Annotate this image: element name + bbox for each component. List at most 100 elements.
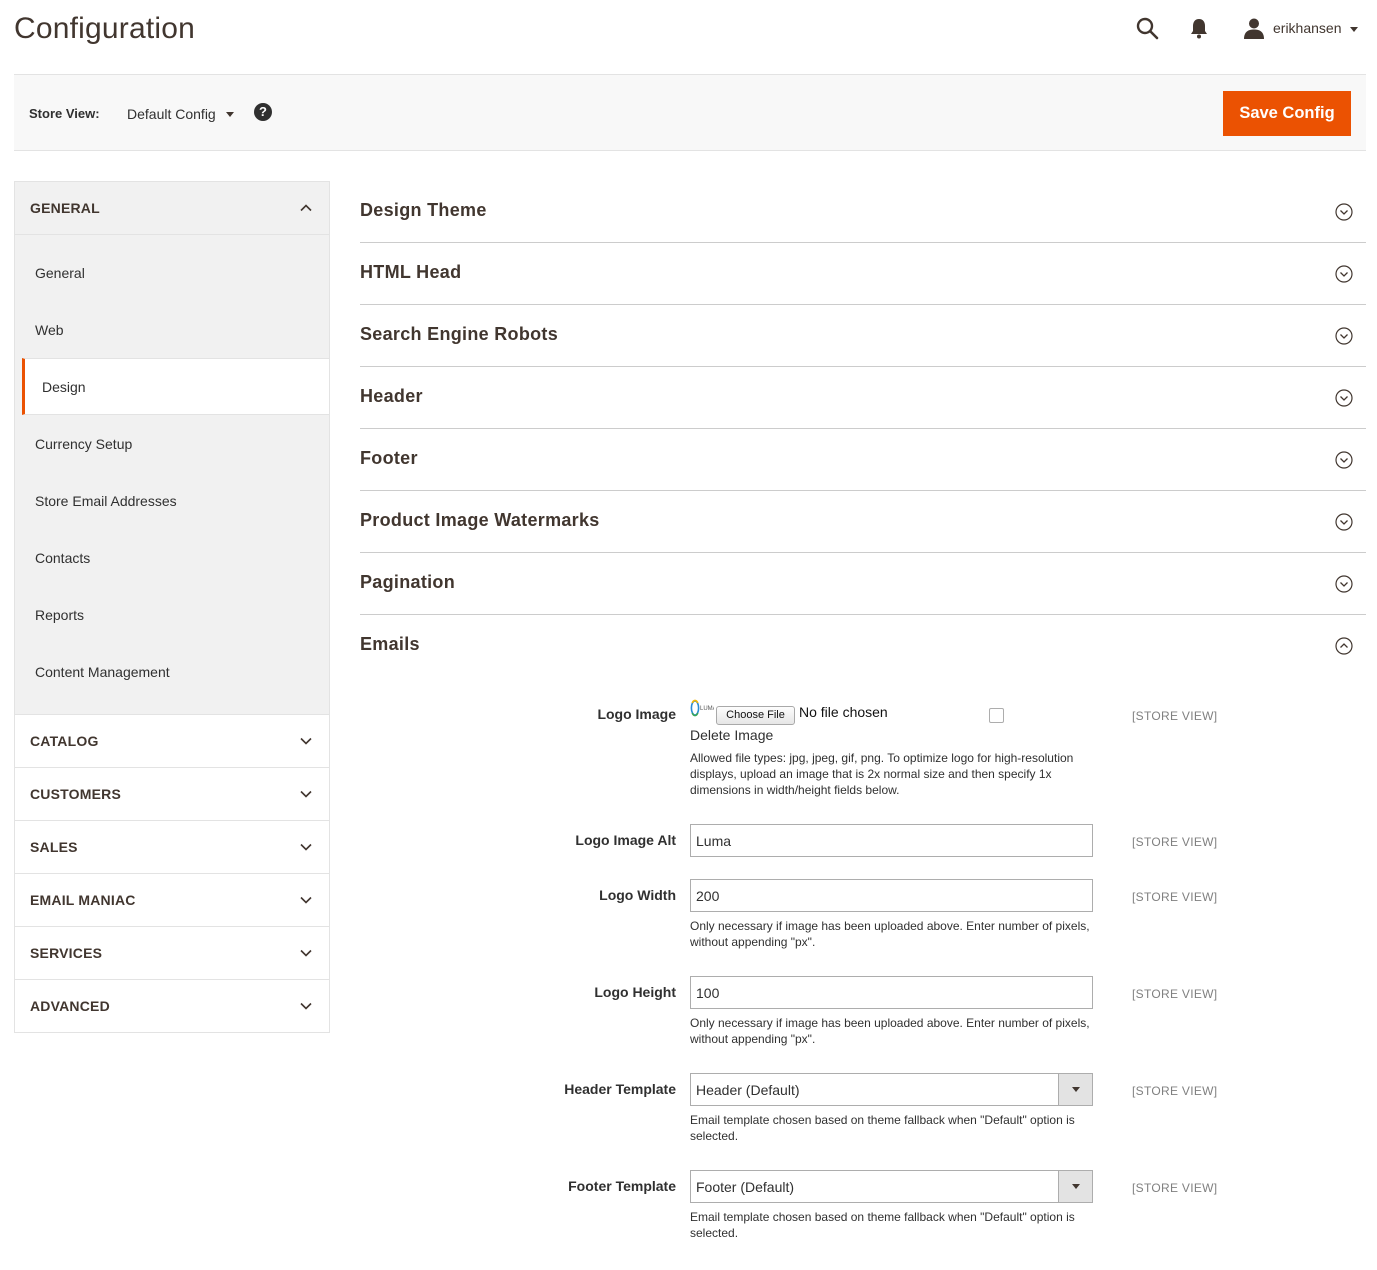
- sidebar-group-title[interactable]: CUSTOMERS: [15, 768, 329, 820]
- sidebar-group-label: SERVICES: [30, 945, 103, 961]
- sidebar-item-contacts[interactable]: Contacts: [15, 529, 329, 586]
- store-view-label: Store View:: [29, 106, 100, 121]
- sidebar-item-store-email-addresses[interactable]: Store Email Addresses: [15, 472, 329, 529]
- sidebar-group-label: EMAIL MANIAC: [30, 892, 136, 908]
- sidebar-group-services: SERVICES: [15, 927, 329, 980]
- delete-image-label[interactable]: Delete Image: [690, 727, 773, 743]
- logo-image-label: Logo Image: [597, 706, 676, 722]
- sidebar-item-reports[interactable]: Reports: [15, 586, 329, 643]
- expand-circle-icon: [1335, 575, 1353, 593]
- sidebar-group-label: ADVANCED: [30, 998, 110, 1014]
- expand-circle-icon: [1335, 265, 1353, 283]
- scope-label: [STORE VIEW]: [1132, 890, 1218, 904]
- sidebar-group-title[interactable]: SALES: [15, 821, 329, 873]
- sidebar-group-title[interactable]: GENERAL: [15, 182, 329, 235]
- header-template-value: Header (Default): [696, 1081, 800, 1098]
- chevron-down-icon: [300, 896, 312, 904]
- header-template-label: Header Template: [564, 1081, 676, 1097]
- section-search-engine-robots[interactable]: Search Engine Robots: [360, 305, 1366, 367]
- section-title: Pagination: [360, 572, 456, 592]
- section-pagination[interactable]: Pagination: [360, 553, 1366, 615]
- chevron-down-icon: [300, 790, 312, 798]
- sidebar-items: General Web Design Currency Setup Store …: [15, 235, 329, 714]
- chevron-down-icon: [300, 1002, 312, 1010]
- sidebar-group-label: CUSTOMERS: [30, 786, 121, 802]
- sidebar-group-title[interactable]: CATALOG: [15, 715, 329, 767]
- sidebar-item-content-management[interactable]: Content Management: [15, 643, 329, 700]
- logo-thumbnail[interactable]: LUMA: [690, 697, 717, 719]
- expand-circle-icon: [1335, 389, 1353, 407]
- user-name: erikhansen: [1273, 20, 1342, 36]
- section-emails[interactable]: Emails: [360, 615, 1366, 677]
- footer-template-value: Footer (Default): [696, 1178, 795, 1195]
- save-config-button[interactable]: Save Config: [1223, 91, 1351, 136]
- scope-label: [STORE VIEW]: [1132, 835, 1218, 849]
- sidebar-group-label: CATALOG: [30, 733, 99, 749]
- sidebar-group-title[interactable]: SERVICES: [15, 927, 329, 979]
- logo-width-note: Only necessary if image has been uploade…: [690, 919, 1090, 949]
- sidebar-group-advanced: ADVANCED: [15, 980, 329, 1032]
- sidebar-group-label: SALES: [30, 839, 78, 855]
- delete-image-checkbox[interactable]: [989, 708, 1004, 723]
- notification-bell-icon[interactable]: [1189, 17, 1209, 39]
- scope-label: [STORE VIEW]: [1132, 1181, 1218, 1195]
- caret-down-icon: [225, 111, 234, 117]
- logo-image-alt-label: Logo Image Alt: [575, 832, 676, 848]
- logo-height-input[interactable]: 100: [690, 976, 1093, 1009]
- section-title: Header: [360, 386, 423, 406]
- section-html-head[interactable]: HTML Head: [360, 243, 1366, 305]
- logo-width-input[interactable]: 200: [690, 879, 1093, 912]
- collapse-circle-icon: [1335, 637, 1353, 655]
- section-title: HTML Head: [360, 262, 462, 282]
- sidebar-group-label: GENERAL: [30, 200, 100, 216]
- section-header[interactable]: Header: [360, 367, 1366, 429]
- scope-label: [STORE VIEW]: [1132, 987, 1218, 1001]
- section-title: Footer: [360, 448, 418, 468]
- expand-circle-icon: [1335, 513, 1353, 531]
- section-footer[interactable]: Footer: [360, 429, 1366, 491]
- store-view-switcher[interactable]: Default Config: [127, 103, 234, 125]
- section-title: Search Engine Robots: [360, 324, 559, 344]
- logo-height-note: Only necessary if image has been uploade…: [690, 1016, 1090, 1046]
- sidebar-item-web[interactable]: Web: [15, 301, 329, 358]
- header-template-select[interactable]: Header (Default): [690, 1073, 1093, 1106]
- caret-down-icon: [1349, 26, 1358, 32]
- expand-circle-icon: [1335, 327, 1353, 345]
- sidebar-group-title[interactable]: EMAIL MANIAC: [15, 874, 329, 926]
- sidebar-item-currency-setup[interactable]: Currency Setup: [15, 415, 329, 472]
- section-title: Product Image Watermarks: [360, 510, 600, 530]
- select-arrow-icon: [1058, 1171, 1092, 1202]
- sidebar-group-sales: SALES: [15, 821, 329, 874]
- footer-template-note: Email template chosen based on theme fal…: [690, 1210, 1075, 1240]
- logo-image-alt-input[interactable]: Luma: [690, 824, 1093, 857]
- config-sections: Design Theme HTML Head Search Engine Rob…: [360, 181, 1366, 677]
- no-file-chosen-text: No file chosen: [799, 704, 888, 720]
- section-design-theme[interactable]: Design Theme: [360, 181, 1366, 243]
- logo-image-note: Allowed file types: jpg, jpeg, gif, png.…: [690, 751, 1074, 797]
- page-title: Configuration: [14, 12, 196, 45]
- sidebar-group-general: GENERAL General Web Design Currency Setu…: [15, 182, 329, 715]
- sidebar-item-design[interactable]: Design: [22, 358, 329, 415]
- chevron-up-icon: [300, 204, 312, 212]
- svg-text:LUMA: LUMA: [700, 706, 714, 712]
- choose-file-button[interactable]: Choose File: [716, 706, 795, 725]
- scope-label: [STORE VIEW]: [1132, 1084, 1218, 1098]
- user-menu[interactable]: erikhansen: [1243, 16, 1358, 40]
- section-title: Design Theme: [360, 200, 487, 220]
- logo-width-label: Logo Width: [599, 887, 676, 903]
- user-avatar-icon: [1243, 17, 1265, 39]
- sidebar-item-general[interactable]: General: [15, 244, 329, 301]
- help-icon[interactable]: ?: [254, 103, 272, 121]
- sidebar-group-email-maniac: EMAIL MANIAC: [15, 874, 329, 927]
- footer-template-select[interactable]: Footer (Default): [690, 1170, 1093, 1203]
- chevron-down-icon: [300, 949, 312, 957]
- section-product-image-watermarks[interactable]: Product Image Watermarks: [360, 491, 1366, 553]
- search-icon[interactable]: [1135, 16, 1159, 40]
- sidebar-group-title[interactable]: ADVANCED: [15, 980, 329, 1032]
- footer-template-label: Footer Template: [568, 1178, 676, 1194]
- chevron-down-icon: [300, 737, 312, 745]
- chevron-down-icon: [300, 843, 312, 851]
- select-arrow-icon: [1058, 1074, 1092, 1105]
- section-title: Emails: [360, 634, 420, 654]
- expand-circle-icon: [1335, 451, 1353, 469]
